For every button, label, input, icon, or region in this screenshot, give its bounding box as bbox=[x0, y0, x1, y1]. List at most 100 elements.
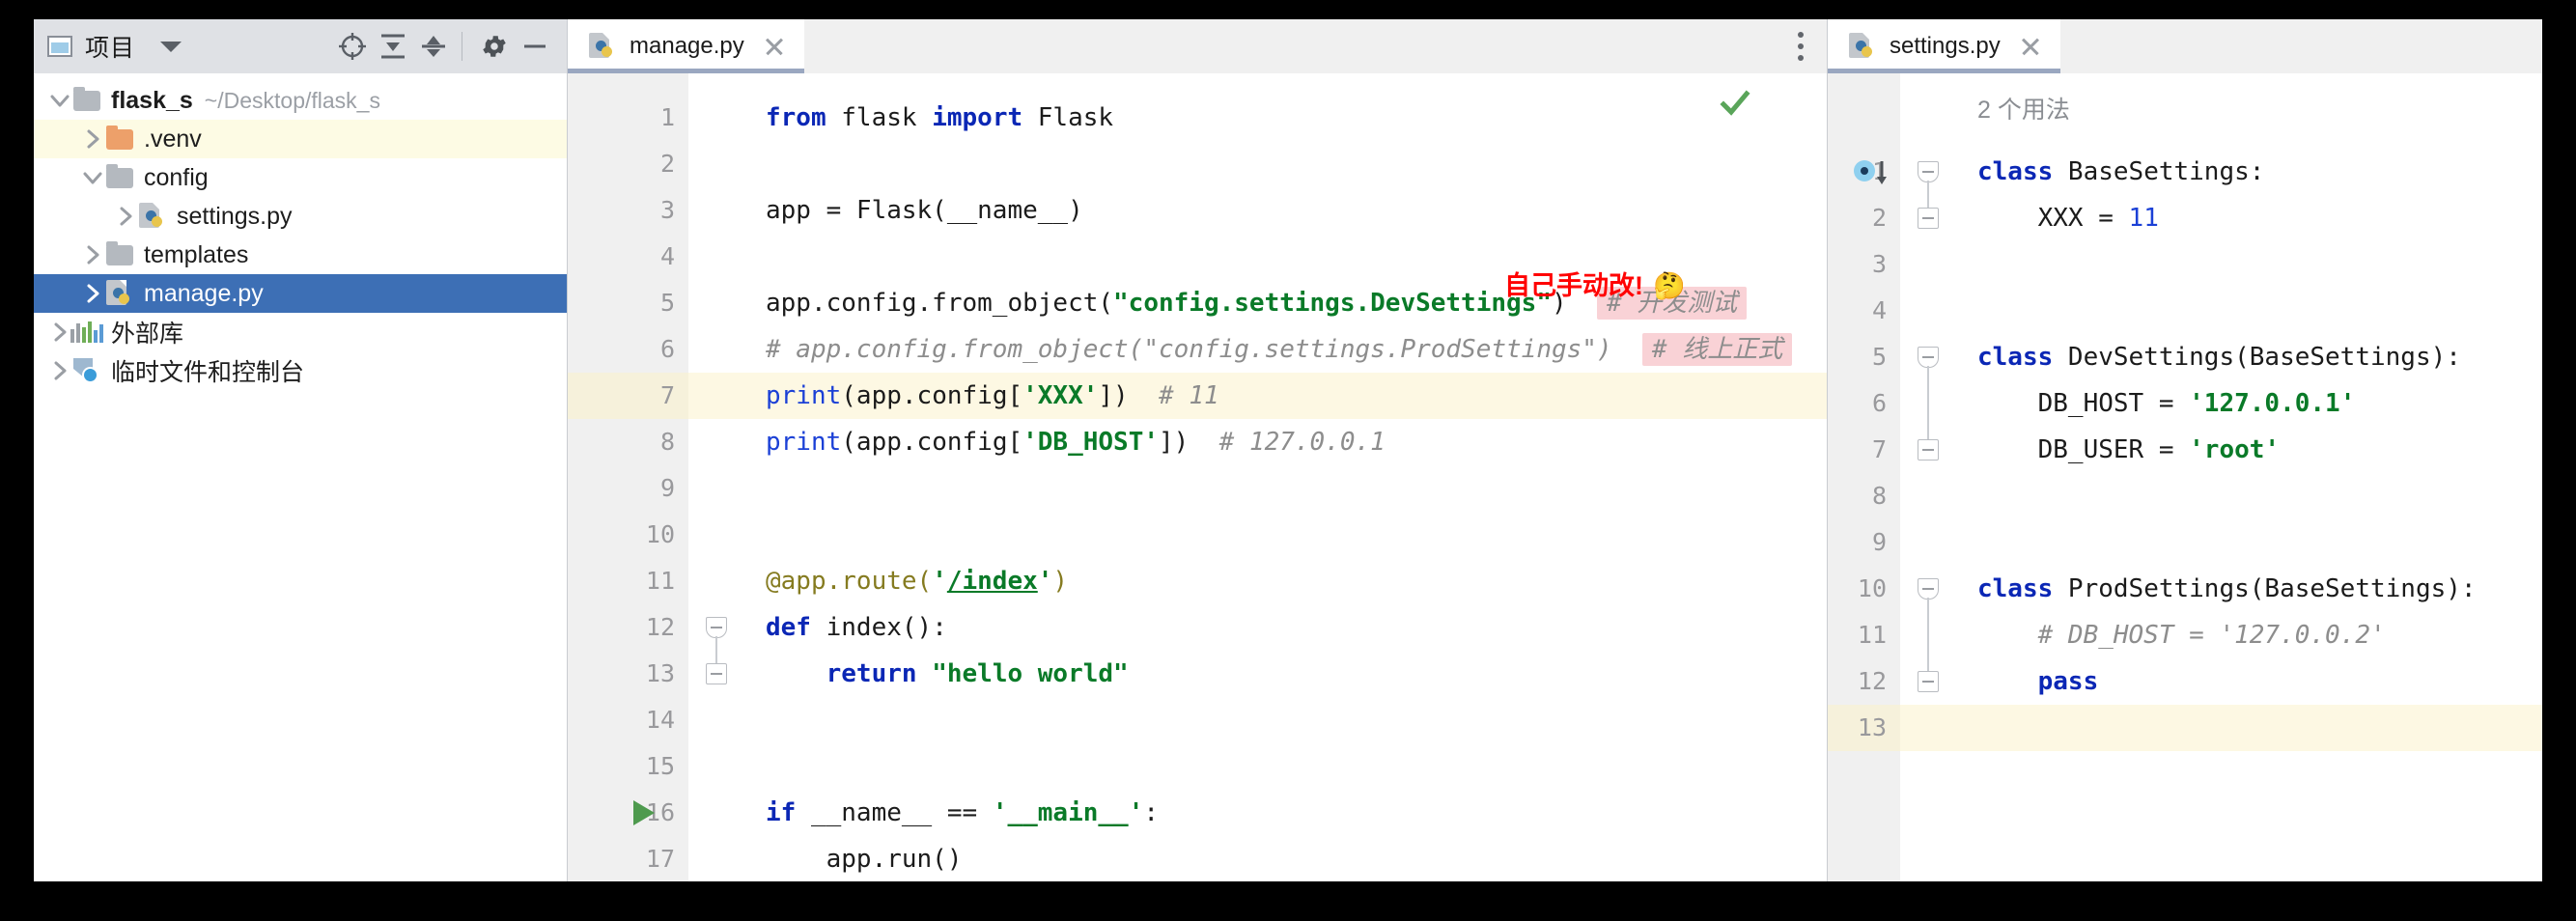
chevron-right-icon[interactable] bbox=[113, 204, 138, 229]
close-icon[interactable] bbox=[762, 34, 787, 59]
chevron-down-icon[interactable] bbox=[80, 165, 105, 190]
code-line[interactable] bbox=[766, 743, 781, 790]
code-line[interactable]: print(app.config['DB_HOST']) # 127.0.0.1 bbox=[766, 419, 1386, 465]
line-number: 5 bbox=[660, 280, 675, 326]
code-line[interactable]: # DB_HOST = '127.0.0.2' bbox=[1977, 612, 2386, 658]
tree-item-label: config bbox=[144, 164, 209, 192]
check-ok-icon[interactable] bbox=[1719, 87, 1751, 120]
usages-hint[interactable]: 2 个用法 bbox=[1977, 91, 2070, 126]
line-number: 15 bbox=[646, 743, 675, 790]
chevron-right-icon[interactable] bbox=[80, 126, 105, 152]
line-number: 13 bbox=[646, 651, 675, 697]
line-number: 8 bbox=[1872, 473, 1887, 519]
chevron-down-icon[interactable] bbox=[47, 88, 72, 113]
tree-item-manage-py[interactable]: manage.py bbox=[34, 274, 567, 313]
chevron-right-icon[interactable] bbox=[47, 320, 72, 345]
chevron-right-icon[interactable] bbox=[47, 358, 72, 383]
code-line[interactable]: XXX = 11 bbox=[1977, 195, 2159, 241]
fold-region-line bbox=[1927, 366, 1929, 439]
hide-panel-icon[interactable] bbox=[517, 28, 553, 65]
code-line[interactable]: if __name__ == '__main__': bbox=[766, 790, 1159, 836]
settings-gear-icon[interactable] bbox=[476, 28, 513, 65]
fold-start-icon[interactable] bbox=[1918, 347, 1939, 368]
more-options-icon[interactable] bbox=[1775, 19, 1827, 73]
python-file-icon bbox=[105, 281, 134, 306]
expand-all-icon[interactable] bbox=[375, 28, 411, 65]
code-line[interactable]: def index(): bbox=[766, 604, 947, 651]
tree-item-config[interactable]: config bbox=[34, 158, 567, 197]
code-line[interactable]: class BaseSettings: bbox=[1977, 149, 2264, 195]
main-code-text[interactable]: from flask import Flask app = Flask(__na… bbox=[688, 73, 1827, 881]
locate-icon[interactable] bbox=[334, 28, 371, 65]
tree-item-外部库[interactable]: 外部库 bbox=[34, 313, 567, 351]
fold-start-icon[interactable] bbox=[706, 617, 727, 638]
code-line[interactable]: app = Flask(__name__) bbox=[766, 187, 1083, 234]
code-line[interactable]: app.run() bbox=[766, 836, 963, 881]
main-gutter[interactable]: 1234567891011121314151617 bbox=[568, 73, 688, 881]
fold-start-icon[interactable] bbox=[1918, 161, 1939, 182]
tab-settings-py[interactable]: settings.py bbox=[1828, 19, 2060, 73]
tree-item-templates[interactable]: templates bbox=[34, 236, 567, 274]
code-line[interactable]: @app.route('/index') bbox=[766, 558, 1068, 604]
line-number: 11 bbox=[646, 558, 675, 604]
code-line[interactable]: # app.config.from_object("config.setting… bbox=[766, 326, 1792, 373]
fold-end-icon[interactable] bbox=[1918, 671, 1939, 692]
code-line[interactable] bbox=[1977, 241, 1993, 288]
project-tree[interactable]: flask_s~/Desktop/flask_s .venv config setti… bbox=[34, 73, 567, 881]
tree-item-flask_s[interactable]: flask_s~/Desktop/flask_s bbox=[34, 81, 567, 120]
code-line[interactable]: class ProdSettings(BaseSettings): bbox=[1977, 566, 2477, 612]
chevron-down-icon[interactable] bbox=[160, 42, 182, 52]
folder-orange-icon bbox=[105, 126, 134, 152]
code-line[interactable] bbox=[1977, 705, 1993, 751]
caret-line-highlight bbox=[1900, 705, 2542, 751]
tab-manage-py[interactable]: manage.py bbox=[568, 19, 804, 73]
project-panel-title: 项目 bbox=[85, 29, 135, 64]
code-line[interactable] bbox=[766, 465, 781, 512]
chevron-right-icon[interactable] bbox=[80, 281, 105, 306]
line-number: 12 bbox=[646, 604, 675, 651]
chevron-right-icon[interactable] bbox=[80, 242, 105, 267]
line-number: 7 bbox=[660, 373, 675, 419]
subclass-marker-icon[interactable] bbox=[1853, 158, 1878, 183]
line-number: 6 bbox=[660, 326, 675, 373]
code-line[interactable]: print(app.config['XXX']) # 11 bbox=[766, 373, 1219, 419]
side-code-text[interactable]: class BaseSettings: XXX = 11 class DevSe… bbox=[1900, 73, 2542, 881]
fold-start-icon[interactable] bbox=[1918, 578, 1939, 600]
code-line[interactable] bbox=[766, 512, 781, 558]
main-editor-pane: manage.py 1234567891011121314151617 from… bbox=[568, 19, 1828, 881]
code-line[interactable]: from flask import Flask bbox=[766, 95, 1113, 141]
line-number: 17 bbox=[646, 836, 675, 881]
side-gutter[interactable]: 12345678910111213 bbox=[1828, 73, 1900, 881]
tree-item-label: .venv bbox=[144, 126, 202, 154]
line-number: 2 bbox=[660, 141, 675, 187]
tree-item-settings-py[interactable]: settings.py bbox=[34, 197, 567, 236]
close-icon[interactable] bbox=[2018, 34, 2043, 59]
line-number: 6 bbox=[1872, 380, 1887, 427]
side-code-area[interactable]: 12345678910111213 class BaseSettings: XX… bbox=[1828, 73, 2542, 881]
fold-end-icon[interactable] bbox=[1918, 439, 1939, 460]
code-line[interactable]: return "hello world" bbox=[766, 651, 1129, 697]
tree-item--venv[interactable]: .venv bbox=[34, 120, 567, 158]
run-arrow-icon[interactable] bbox=[633, 800, 655, 825]
code-line[interactable]: DB_USER = 'root' bbox=[1977, 427, 2280, 473]
code-line[interactable] bbox=[766, 697, 781, 743]
annotation-text: 自己手动改! bbox=[1504, 271, 1643, 300]
fold-region-line bbox=[715, 636, 717, 663]
code-line[interactable] bbox=[766, 141, 781, 187]
project-tool-window: 项目 flask_s~/Desktop/flask_s .venv config se… bbox=[34, 19, 568, 881]
code-line[interactable] bbox=[1977, 473, 1993, 519]
code-line[interactable]: pass bbox=[1977, 658, 2098, 705]
tree-item-临时文件和控制台[interactable]: 临时文件和控制台 bbox=[34, 351, 567, 390]
code-line[interactable]: DB_HOST = '127.0.0.1' bbox=[1977, 380, 2355, 427]
collapse-all-icon[interactable] bbox=[415, 28, 452, 65]
code-line[interactable] bbox=[1977, 519, 1993, 566]
code-line[interactable]: class DevSettings(BaseSettings): bbox=[1977, 334, 2461, 380]
fold-end-icon[interactable] bbox=[706, 663, 727, 684]
code-line[interactable] bbox=[766, 234, 781, 280]
main-code-area[interactable]: 1234567891011121314151617 from flask imp… bbox=[568, 73, 1827, 881]
folder-icon bbox=[105, 165, 134, 190]
fold-end-icon[interactable] bbox=[1918, 208, 1939, 229]
code-line[interactable] bbox=[1977, 288, 1993, 334]
folder-icon bbox=[72, 88, 101, 113]
project-toolbar: 项目 bbox=[34, 19, 567, 73]
